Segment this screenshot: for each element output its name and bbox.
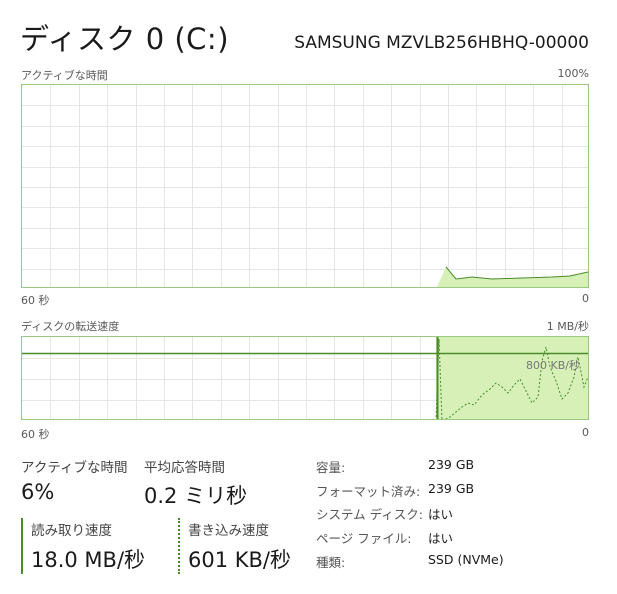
read-speed-indicator-bar <box>21 518 23 574</box>
page-title: ディスク 0 (C:) <box>20 22 230 56</box>
transfer-graph-ref-line-label: 800 KB/秒 <box>526 359 580 372</box>
avg-response-stat-value: 0.2 ミリ秒 <box>144 484 248 508</box>
transfer-graph-x-right-label: 0 <box>582 426 589 439</box>
property-key-type: 種類: <box>316 555 346 570</box>
property-value-capacity: 239 GB <box>428 457 475 472</box>
active-time-graph-x-right-label: 0 <box>582 292 589 305</box>
active-time-area <box>436 267 588 287</box>
active-time-graph-label: アクティブな時間 <box>21 69 108 82</box>
active-time-stat-label: アクティブな時間 <box>21 460 128 476</box>
property-value-type: SSD (NVMe) <box>428 552 504 567</box>
active-time-graph-max-label: 100% <box>557 67 589 80</box>
property-value-page-file: はい <box>428 531 454 546</box>
write-speed-stat-label: 書き込み速度 <box>188 523 269 539</box>
read-speed-stat-value: 18.0 MB/秒 <box>31 548 146 572</box>
property-key-formatted: フォーマット済み: <box>316 484 421 499</box>
transfer-graph-max-label: 1 MB/秒 <box>546 320 589 333</box>
property-key-page-file: ページ ファイル: <box>316 531 412 546</box>
transfer-graph <box>21 336 589 420</box>
active-time-stat-value: 6% <box>21 480 55 504</box>
read-rate-area <box>436 337 588 419</box>
transfer-graph-label: ディスクの転送速度 <box>21 320 120 333</box>
active-time-graph-x-left-label: 60 秒 <box>21 294 50 307</box>
property-value-formatted: 239 GB <box>428 481 475 496</box>
property-key-capacity: 容量: <box>316 460 346 475</box>
active-time-graph <box>21 84 589 288</box>
write-speed-indicator-bar <box>178 518 180 574</box>
property-key-system-disk: システム ディスク: <box>316 507 423 522</box>
property-value-system-disk: はい <box>428 507 454 522</box>
avg-response-stat-label: 平均応答時間 <box>144 460 225 476</box>
transfer-graph-x-left-label: 60 秒 <box>21 428 50 441</box>
disk-model: SAMSUNG MZVLB256HBHQ-00000 <box>294 33 589 53</box>
write-speed-stat-value: 601 KB/秒 <box>188 548 292 572</box>
read-speed-stat-label: 読み取り速度 <box>31 523 112 539</box>
